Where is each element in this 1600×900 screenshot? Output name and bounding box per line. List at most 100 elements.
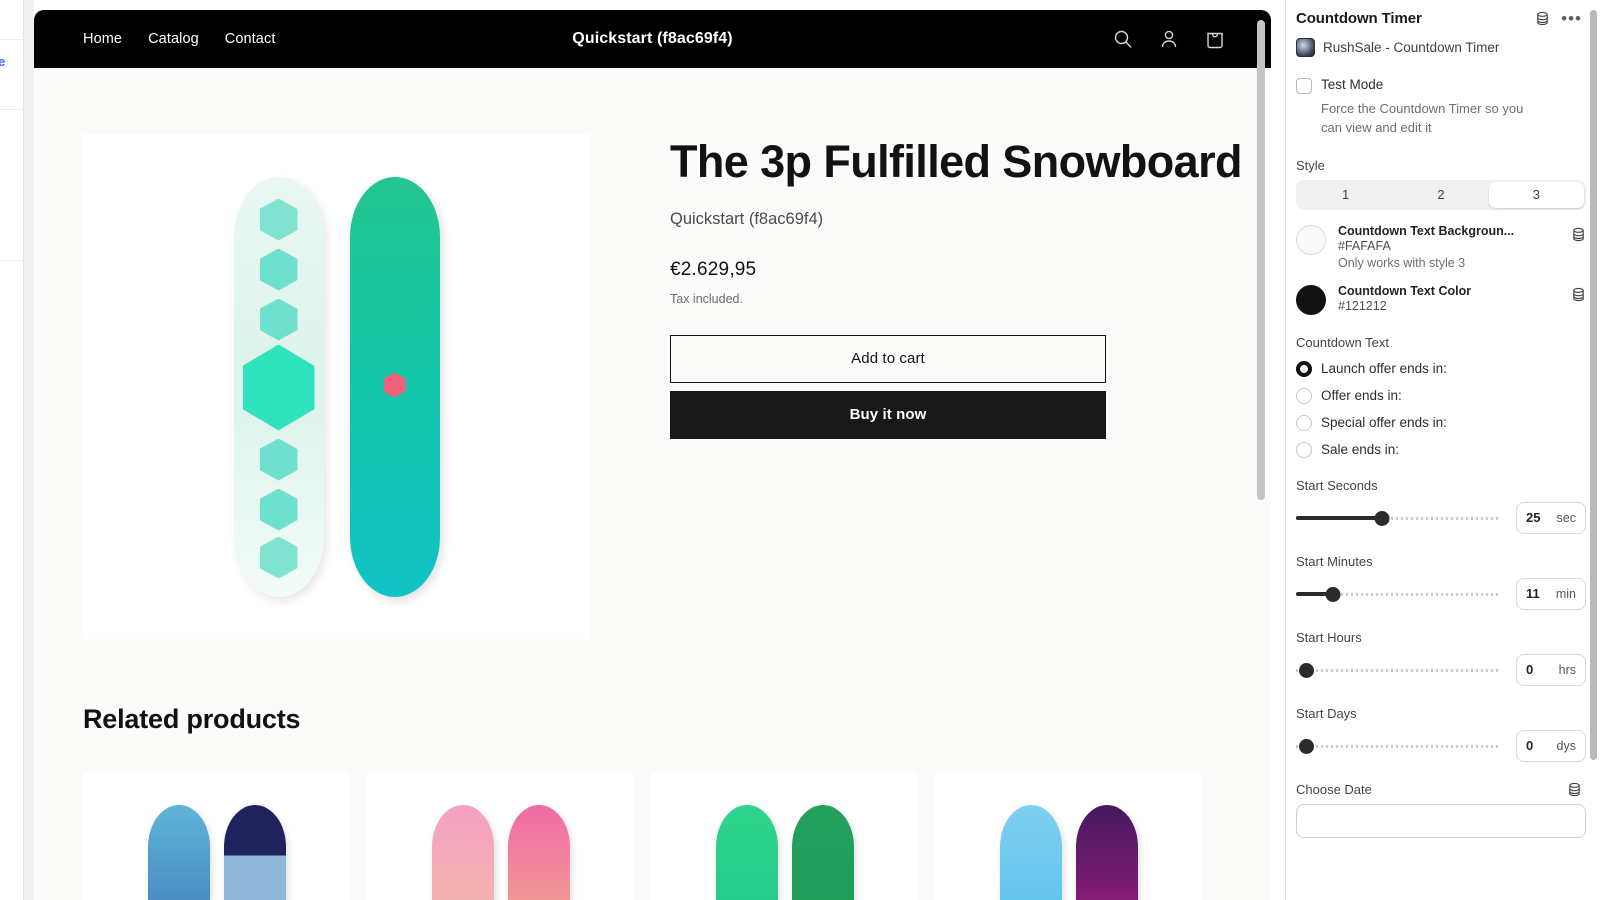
preview-scrollbar[interactable] — [1257, 20, 1265, 500]
start-minutes-row: 11 min — [1296, 577, 1586, 610]
database-icon[interactable] — [1535, 11, 1550, 26]
panel-scrollbar[interactable] — [1590, 10, 1597, 760]
store-header: Home Catalog Contact Quickstart (f8ac69f… — [34, 10, 1271, 68]
start-seconds-label: Start Seconds — [1296, 477, 1378, 493]
slider-handle[interactable] — [1374, 510, 1390, 526]
start-hours-value: 0 — [1526, 662, 1534, 678]
snowboard-back — [508, 805, 570, 900]
countdown-text-option-offer[interactable]: Offer ends in: — [1296, 387, 1586, 404]
slider-handle[interactable] — [1299, 738, 1314, 754]
app-icon — [1296, 38, 1315, 57]
countdown-text-option-special[interactable]: Special offer ends in: — [1296, 414, 1586, 431]
snowboard-back — [349, 176, 440, 597]
snowboard-front — [716, 805, 778, 900]
radio-label: Offer ends in: — [1321, 388, 1402, 404]
color-setting-row: Countdown Text Color #121212 — [1296, 284, 1586, 315]
related-product-card[interactable] — [651, 771, 919, 900]
screen-root: ge Home Catalog Contact Quickstart (f8ac… — [0, 0, 1600, 900]
choose-date-header: Choose Date — [1296, 782, 1586, 797]
test-mode-checkbox[interactable] — [1296, 78, 1312, 94]
slider-track — [1296, 744, 1500, 748]
test-mode-row[interactable]: Test Mode — [1296, 77, 1586, 94]
product-vendor: Quickstart (f8ac69f4) — [670, 209, 824, 228]
start-days-slider[interactable] — [1296, 736, 1500, 756]
radio-icon[interactable] — [1296, 387, 1312, 404]
choose-date-label: Choose Date — [1296, 781, 1372, 797]
countdown-text-color-swatch[interactable] — [1296, 284, 1326, 315]
left-admin-nav-sliver: ge — [0, 0, 24, 900]
slider-handle[interactable] — [1299, 662, 1314, 678]
app-row: RushSale - Countdown Timer — [1296, 38, 1586, 57]
panel-header: Countdown Timer ••• — [1296, 10, 1586, 28]
buy-it-now-button[interactable]: Buy it now — [670, 390, 1106, 439]
style-option-1[interactable]: 1 — [1298, 182, 1393, 208]
cut-off-link[interactable]: ge — [0, 54, 5, 69]
product-image[interactable] — [83, 134, 590, 639]
start-hours-slider[interactable] — [1296, 660, 1500, 680]
radio-selected-icon[interactable] — [1296, 360, 1312, 377]
start-minutes-value: 11 — [1526, 586, 1540, 602]
start-seconds-unit: sec — [1556, 510, 1576, 525]
countdown-text-color-name: Countdown Text Color — [1338, 283, 1472, 298]
database-icon[interactable] — [1567, 782, 1582, 797]
divider — [0, 109, 24, 110]
panel-title: Countdown Timer — [1296, 10, 1422, 27]
start-minutes-slider[interactable] — [1296, 584, 1500, 604]
start-seconds-stepper[interactable]: 25 sec — [1516, 501, 1586, 534]
start-hours-stepper[interactable]: 0 hrs — [1516, 653, 1586, 686]
product-details: The 3p Fulfilled Snowboard Quickstart (f… — [590, 134, 1243, 639]
divider — [0, 260, 24, 261]
tax-note: Tax included. — [670, 291, 743, 306]
start-minutes-unit: min — [1555, 586, 1576, 601]
database-icon[interactable] — [1571, 224, 1586, 242]
choose-date-input[interactable] — [1296, 803, 1586, 838]
nav-link-home[interactable]: Home — [83, 31, 122, 47]
style-option-3[interactable]: 3 — [1488, 181, 1584, 208]
slider-track — [1296, 668, 1500, 672]
related-product-card[interactable] — [83, 771, 351, 900]
account-icon[interactable] — [1157, 27, 1181, 51]
radio-label: Launch offer ends in: — [1321, 361, 1447, 377]
countdown-timer-panel: Countdown Timer ••• RushSale - Countdown… — [1285, 0, 1600, 900]
start-days-unit: dys — [1556, 738, 1576, 753]
style-label: Style — [1296, 157, 1325, 173]
store-header-icons — [1111, 27, 1227, 51]
add-to-cart-button[interactable]: Add to cart — [670, 334, 1106, 383]
snowboard-pair — [1000, 805, 1138, 900]
database-icon[interactable] — [1571, 284, 1586, 302]
cart-icon[interactable] — [1203, 27, 1227, 51]
test-mode-label: Test Mode — [1321, 77, 1384, 92]
color-setting-row: Countdown Text Backgroun... #FAFAFA Only… — [1296, 224, 1586, 270]
radio-icon[interactable] — [1296, 441, 1312, 458]
related-products-heading: Related products — [83, 704, 301, 734]
snowboard-pair — [233, 176, 440, 597]
snowboard-back — [1076, 805, 1138, 900]
start-seconds-value: 25 — [1526, 510, 1541, 526]
search-icon[interactable] — [1111, 27, 1135, 51]
start-seconds-row: 25 sec — [1296, 501, 1586, 534]
more-options-icon[interactable]: ••• — [1561, 10, 1582, 27]
countdown-text-label: Countdown Text — [1296, 334, 1389, 350]
nav-link-contact[interactable]: Contact — [225, 31, 276, 47]
radio-label: Sale ends in: — [1321, 442, 1400, 458]
divider — [0, 39, 24, 40]
nav-link-catalog[interactable]: Catalog — [148, 31, 199, 47]
style-option-2[interactable]: 2 — [1393, 182, 1488, 208]
related-product-card[interactable] — [935, 771, 1203, 900]
page-title: The 3p Fulfilled Snowboard — [670, 136, 1243, 187]
snowboard-back — [792, 805, 854, 900]
start-days-stepper[interactable]: 0 dys — [1516, 729, 1586, 762]
store-nav: Home Catalog Contact — [83, 31, 275, 47]
start-days-label: Start Days — [1296, 705, 1357, 721]
snowboard-front — [148, 805, 210, 900]
start-minutes-stepper[interactable]: 11 min — [1516, 577, 1586, 610]
related-products-grid — [83, 771, 1271, 900]
start-minutes-label: Start Minutes — [1296, 553, 1373, 569]
related-product-card[interactable] — [367, 771, 635, 900]
radio-icon[interactable] — [1296, 414, 1312, 431]
countdown-text-background-swatch[interactable] — [1296, 224, 1326, 255]
countdown-text-option-sale[interactable]: Sale ends in: — [1296, 441, 1586, 458]
start-seconds-slider[interactable] — [1296, 508, 1500, 528]
countdown-text-option-launch[interactable]: Launch offer ends in: — [1296, 360, 1586, 377]
slider-handle[interactable] — [1325, 586, 1341, 602]
